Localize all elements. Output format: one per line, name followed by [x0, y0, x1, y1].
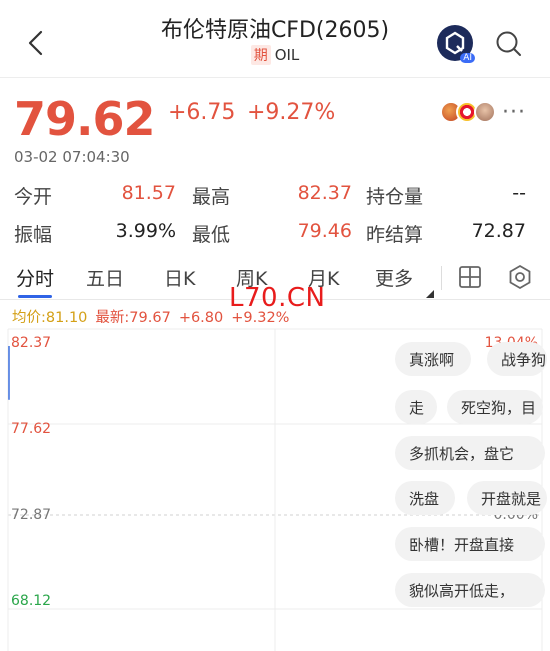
- amplitude-value: 3.99%: [115, 220, 176, 242]
- instrument-code: OIL: [274, 46, 300, 64]
- comment-bubble[interactable]: 战争狗: [487, 342, 547, 376]
- low-value: 79.46: [297, 220, 352, 242]
- high-value: 82.37: [297, 182, 352, 204]
- tab-more[interactable]: 更多: [375, 264, 413, 291]
- prev-settle-value: 72.87: [471, 220, 526, 242]
- open-value: 81.57: [121, 182, 176, 204]
- more-caret-icon: [426, 290, 434, 298]
- stats-row: 今开 81.57 最高 82.37 持仓量 --: [0, 182, 550, 212]
- tab-five-day[interactable]: 五日: [86, 264, 124, 291]
- top-bar: 布伦特原油CFD(2605) 期 OIL AI: [0, 0, 550, 78]
- stats-row: 振幅 3.99% 最低 79.46 昨结算 72.87: [0, 220, 550, 250]
- comment-bubble[interactable]: 真涨啊: [395, 342, 471, 376]
- ai-assistant-icon[interactable]: AI: [437, 25, 475, 63]
- futures-badge: 期: [250, 45, 271, 65]
- tab-daily-k[interactable]: 日K: [164, 264, 195, 291]
- open-interest-value: --: [512, 182, 526, 204]
- y-tick-label: 82.37: [11, 335, 51, 351]
- comment-bubble[interactable]: 洗盘: [395, 481, 455, 515]
- y-tick-label: 68.12: [11, 593, 51, 609]
- comment-bubble[interactable]: 卧槽！开盘直接: [395, 527, 545, 561]
- y-axis-left: 82.37 77.62 72.87 68.12: [11, 335, 51, 609]
- comment-bubble[interactable]: 走: [395, 390, 437, 424]
- last-price: 79.62: [14, 92, 156, 146]
- search-icon[interactable]: [494, 29, 524, 59]
- more-options-icon[interactable]: ···: [502, 100, 526, 125]
- y-tick-label: 72.87: [11, 507, 51, 523]
- price-change: +6.75: [168, 100, 236, 125]
- tab-intraday[interactable]: 分时: [16, 264, 54, 291]
- open-label: 今开: [14, 186, 53, 208]
- avatar: [474, 101, 496, 123]
- layout-grid-icon[interactable]: [458, 265, 482, 289]
- latest-change: +6.80: [178, 310, 224, 326]
- settings-hexagon-icon[interactable]: [507, 264, 533, 290]
- discussion-avatars[interactable]: [440, 101, 500, 127]
- amplitude-label: 振幅: [14, 224, 53, 246]
- comment-bubble[interactable]: 貌似高开低走，: [395, 573, 545, 607]
- comment-bubble[interactable]: 死空狗，目: [447, 390, 543, 424]
- price-change-percent: +9.27%: [247, 100, 336, 125]
- active-tab-indicator: [18, 295, 52, 298]
- low-label: 最低: [192, 224, 231, 246]
- comment-bubble[interactable]: 开盘就是: [467, 481, 547, 515]
- quote-timestamp: 03-02 07:04:30: [14, 148, 130, 166]
- y-tick-label: 77.62: [11, 421, 51, 437]
- average-price: 均价:81.10: [12, 310, 88, 326]
- high-label: 最高: [192, 186, 231, 208]
- latest-price: 最新:79.67: [95, 310, 171, 326]
- tab-divider: [441, 266, 442, 290]
- ai-label-icon: AI: [460, 53, 475, 63]
- site-watermark: L70.CN: [229, 283, 326, 313]
- comment-bubble[interactable]: 多抓机会，盘它: [395, 436, 545, 470]
